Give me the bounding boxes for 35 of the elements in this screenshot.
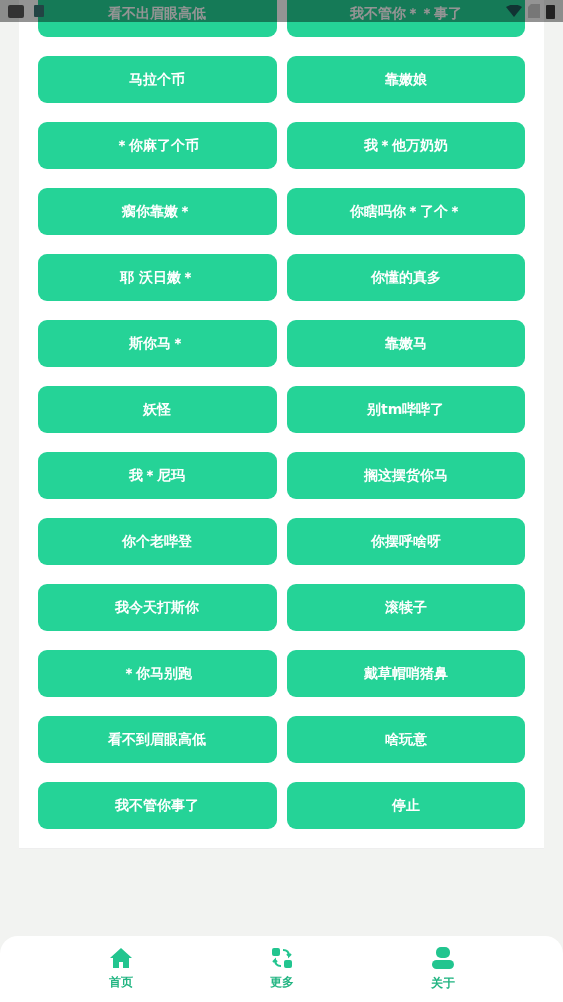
phrase-button[interactable]: 我不管你事了	[38, 782, 277, 829]
phrase-button[interactable]: 戴草帽哨猪鼻	[286, 650, 525, 697]
phrase-button[interactable]: 瘸你靠嫩＊	[38, 188, 277, 235]
phrase-button[interactable]: 我不管你＊＊事了	[286, 0, 525, 37]
phrase-button[interactable]: 我＊他万奶奶	[286, 122, 525, 169]
nav-tab[interactable]: 首页	[90, 947, 151, 991]
phrase-button[interactable]: 靠嫩马	[286, 320, 525, 367]
battery-icon	[546, 3, 555, 19]
nav-tab[interactable]: 关于	[412, 946, 473, 992]
phrase-button[interactable]: 你懂的真多	[286, 254, 525, 301]
phrase-button[interactable]: ＊你麻了个币	[38, 122, 277, 169]
nav-tab[interactable]: 更多	[251, 947, 312, 991]
phrase-button[interactable]: 滚犊子	[286, 584, 525, 631]
phrase-button[interactable]: 我＊尼玛	[38, 452, 277, 499]
phrase-button[interactable]: 你个老哔登	[38, 518, 277, 565]
phrase-button[interactable]: 你摆呼啥呀	[286, 518, 525, 565]
phrase-button[interactable]: 看不到眉眼高低	[38, 716, 277, 763]
swap-squares-icon	[270, 947, 293, 969]
phrase-button[interactable]: ＊你马别跑	[38, 650, 277, 697]
phrase-button[interactable]: 妖怪	[38, 386, 277, 433]
phrase-button[interactable]: 别tm哔哔了	[286, 386, 525, 433]
no-sim-icon	[528, 4, 540, 18]
phrase-button[interactable]: 靠嫩娘	[286, 56, 525, 103]
phrase-button[interactable]: 你瞎吗你＊了个＊	[286, 188, 525, 235]
home-icon	[108, 947, 133, 969]
phrase-button[interactable]: 耶 沃日嫩＊	[38, 254, 277, 301]
phrase-button[interactable]: 搁这摆货你马	[286, 452, 525, 499]
phrase-button[interactable]: 我今天打斯你	[38, 584, 277, 631]
user-icon	[430, 946, 455, 970]
phrase-button[interactable]: 斯你马＊	[38, 320, 277, 367]
phrase-button[interactable]: 马拉个币	[38, 56, 277, 103]
phrase-button[interactable]: 停止	[286, 782, 525, 829]
phrase-button[interactable]: 啥玩意	[286, 716, 525, 763]
phrase-button[interactable]: 看不出眉眼高低	[38, 0, 277, 37]
wifi-icon	[506, 5, 522, 17]
